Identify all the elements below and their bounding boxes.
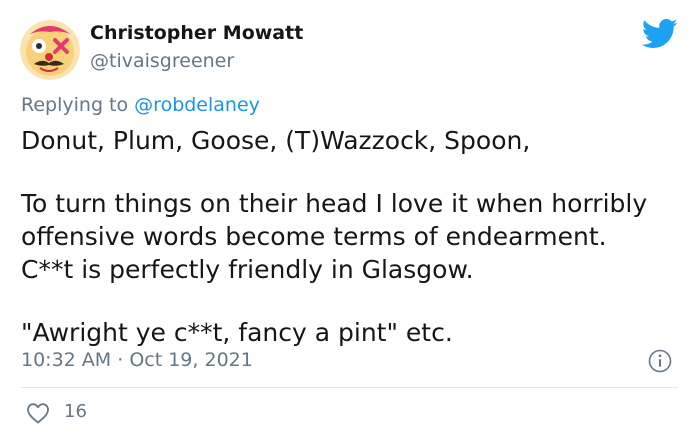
meta-separator: · xyxy=(117,349,124,371)
tweet-body-line: C**t is perfectly friendly in Glasgow. xyxy=(21,255,474,284)
author-display-name[interactable]: Christopher Mowatt xyxy=(90,22,303,44)
tweet-body: Donut, Plum, Goose, (T)Wazzock, Spoon, T… xyxy=(21,124,686,349)
tweet-card: Christopher Mowatt @tivaisgreener Replyi… xyxy=(0,0,700,441)
replying-prefix: Replying to xyxy=(21,94,129,116)
like-count: 16 xyxy=(64,401,87,422)
tweet-time[interactable]: 10:32 AM xyxy=(21,349,111,371)
tweet-body-line: Donut, Plum, Goose, (T)Wazzock, Spoon, xyxy=(21,126,531,155)
tweet-body-line: To turn things on their head I love it w… xyxy=(21,189,648,218)
avatar[interactable] xyxy=(20,20,80,80)
divider xyxy=(21,387,678,388)
replying-to: Replying to @robdelaney xyxy=(21,94,260,116)
clown-face-icon xyxy=(20,20,80,80)
reply-mention-link[interactable]: @robdelaney xyxy=(134,94,260,116)
author-handle[interactable]: @tivaisgreener xyxy=(90,50,234,72)
tweet-body-line: "Awright ye c**t, fancy a pint" etc. xyxy=(21,318,453,347)
heart-icon[interactable] xyxy=(26,402,50,424)
twitter-bird-icon[interactable] xyxy=(642,19,678,49)
info-icon[interactable] xyxy=(648,349,672,373)
tweet-body-line: offensive words become terms of endearme… xyxy=(21,222,607,251)
tweet-date[interactable]: Oct 19, 2021 xyxy=(129,349,253,371)
tweet-timestamp: 10:32 AM · Oct 19, 2021 xyxy=(21,349,253,371)
